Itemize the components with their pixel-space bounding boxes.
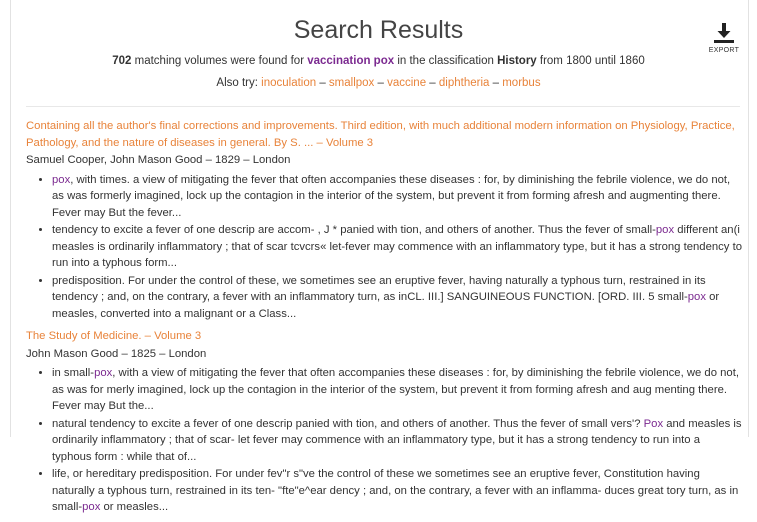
also-try-label: Also try: <box>216 77 262 89</box>
summary-text-1: matching volumes were found for <box>131 55 308 67</box>
result-title: Containing all the author's final correc… <box>26 118 742 151</box>
snippet-text: or measles... <box>100 501 169 513</box>
also-try-link[interactable]: morbus <box>502 77 540 89</box>
results-list: Containing all the author's final correc… <box>26 118 742 522</box>
result-title-link[interactable]: The Study of Medicine. <box>26 330 142 342</box>
snippet: predisposition. For under the control of… <box>52 273 742 323</box>
results-summary: 702 matching volumes were found for vacc… <box>0 55 757 67</box>
highlight-term: Pox <box>643 417 664 430</box>
snippet: natural tendency to excite a fever of on… <box>52 416 742 466</box>
summary-text-2: in the classification <box>394 55 498 67</box>
classification: History <box>497 55 537 67</box>
export-label: EXPORT <box>708 47 740 54</box>
snippet-list: pox, with times. a view of mitigating th… <box>26 172 742 323</box>
export-button[interactable]: EXPORT <box>706 22 742 54</box>
result-volume-link[interactable]: – Volume 3 <box>142 330 202 342</box>
highlight-term: pox <box>94 367 113 379</box>
snippet-list: in small-pox, with a view of mitigating … <box>26 365 742 516</box>
also-try-link[interactable]: smallpox <box>329 77 374 89</box>
page-title: Search Results <box>293 16 464 44</box>
divider <box>26 106 740 107</box>
result-meta: Samuel Cooper, John Mason Good – 1829 – … <box>26 154 291 166</box>
result-item: The Study of Medicine. – Volume 3 John Ma… <box>26 328 742 516</box>
highlight-term: pox <box>655 224 675 236</box>
result-item: Containing all the author's final correc… <box>26 118 742 322</box>
snippet: tendency to excite a fever of one descri… <box>52 222 742 272</box>
also-try-link[interactable]: inoculation <box>261 77 316 89</box>
result-volume-link[interactable]: – Volume 3 <box>313 137 374 149</box>
separator: – <box>374 77 388 89</box>
snippet-text: , with times. a view of mitigating the f… <box>52 173 731 219</box>
snippet-text: in small- <box>52 367 95 379</box>
highlight-term: pox <box>82 501 101 513</box>
result-meta: John Mason Good – 1825 – London <box>26 347 207 360</box>
snippet: life, or hereditary predisposition. For … <box>52 466 742 516</box>
separator: – <box>316 77 329 89</box>
snippet: in small-pox, with a view of mitigating … <box>52 365 742 415</box>
also-try-link[interactable]: diphtheria <box>439 77 490 89</box>
also-try-link[interactable]: vaccine <box>387 77 426 89</box>
separator: – <box>426 77 439 89</box>
snippet-text: predisposition. For under the control of… <box>52 274 706 304</box>
highlight-term: pox <box>52 173 71 186</box>
summary-text-3: from 1800 until 1860 <box>536 55 645 67</box>
highlight-term: pox <box>687 291 706 303</box>
also-try: Also try: inoculation – smallpox – vacci… <box>0 77 757 89</box>
search-query: vaccination pox <box>307 55 395 67</box>
snippet: pox, with times. a view of mitigating th… <box>52 172 742 222</box>
download-icon <box>714 23 734 43</box>
separator: – <box>489 77 503 89</box>
snippet-text: , with a view of mitigating the fever th… <box>52 367 739 412</box>
result-title-link[interactable]: Containing all the author's final correc… <box>26 120 735 149</box>
result-title: The Study of Medicine. – Volume 3 <box>26 328 742 345</box>
snippet-text: natural tendency to excite a fever of on… <box>52 417 644 430</box>
snippet-text: tendency to excite a fever of one descri… <box>52 224 656 236</box>
result-count: 702 <box>112 55 132 67</box>
